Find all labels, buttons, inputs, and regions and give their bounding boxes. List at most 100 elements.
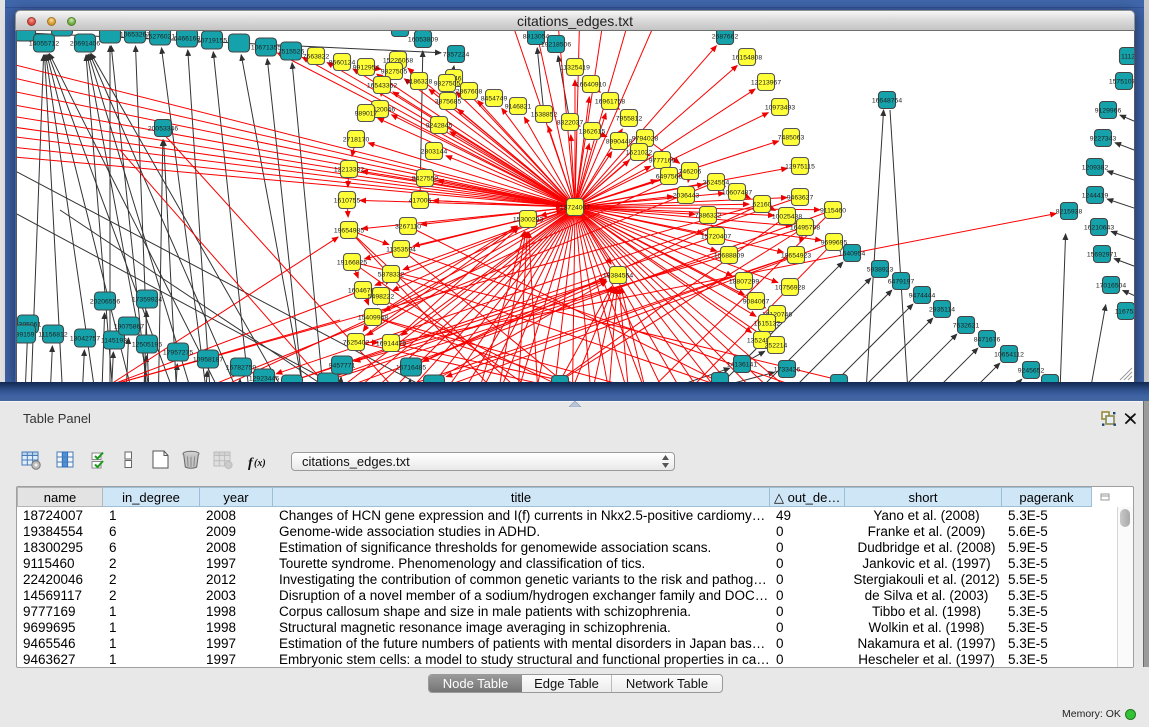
svg-text:18724007: 18724007 [560, 205, 590, 212]
svg-text:12213382: 12213382 [334, 167, 364, 174]
svg-text:1538852: 1538852 [531, 112, 558, 119]
svg-text:15692971: 15692971 [1087, 252, 1117, 259]
svg-text:10671355: 10671355 [251, 45, 281, 52]
svg-text:10958187: 10958187 [193, 357, 223, 364]
svg-text:7625402: 7625402 [343, 340, 370, 347]
svg-text:19218506: 19218506 [541, 42, 571, 49]
svg-text:989017: 989017 [355, 111, 378, 118]
svg-text:19166825: 19166825 [337, 260, 367, 267]
svg-text:62160: 62160 [753, 202, 772, 209]
svg-text:2867608: 2867608 [456, 89, 483, 96]
svg-text:1615132: 1615132 [754, 321, 781, 328]
svg-text:116753: 116753 [1115, 309, 1134, 316]
svg-text:19384554: 19384554 [603, 273, 633, 280]
svg-text:9242845: 9242845 [426, 123, 453, 130]
svg-text:7386322: 7386322 [695, 213, 722, 220]
svg-text:6497568: 6497568 [656, 174, 683, 181]
svg-text:14055712: 14055712 [29, 41, 59, 48]
svg-text:8471676: 8471676 [974, 337, 1001, 344]
svg-text:10688809: 10688809 [714, 253, 744, 260]
svg-text:16495798: 16495798 [790, 225, 820, 232]
svg-text:8990448: 8990448 [606, 139, 633, 146]
svg-text:9912954: 9912954 [353, 65, 380, 72]
svg-text:19654923: 19654923 [781, 253, 811, 260]
svg-text:7632621: 7632621 [953, 323, 980, 330]
svg-text:1362615: 1362615 [579, 129, 606, 136]
svg-text:16640910: 16640910 [576, 82, 606, 89]
svg-text:12213967: 12213967 [751, 80, 781, 87]
svg-text:19075867: 19075867 [114, 324, 144, 331]
svg-text:16961758: 16961758 [595, 99, 625, 106]
svg-text:8454749: 8454749 [481, 96, 508, 103]
svg-text:17016504: 17016504 [1096, 283, 1126, 290]
svg-text:9227343: 9227343 [1090, 136, 1117, 143]
svg-text:1244419: 1244419 [1082, 193, 1109, 200]
svg-text:8813054: 8813054 [523, 34, 550, 41]
svg-text:2803144: 2803144 [421, 149, 448, 156]
svg-text:16053809: 16053809 [408, 37, 438, 44]
svg-text:9245652: 9245652 [1018, 368, 1045, 375]
svg-text:2687662: 2687662 [712, 34, 739, 41]
svg-text:17359924: 17359924 [132, 297, 162, 304]
svg-text:15276021: 15276021 [145, 34, 175, 41]
svg-text:11156812: 11156812 [38, 332, 67, 339]
svg-text:5938923: 5938923 [867, 267, 894, 274]
svg-text:10654112: 10654112 [994, 352, 1024, 359]
svg-text:1112: 1112 [1121, 54, 1134, 61]
svg-text:10607487: 10607487 [722, 190, 752, 197]
svg-text:9084067: 9084067 [743, 299, 770, 306]
svg-text:7357224: 7357224 [443, 52, 470, 59]
svg-text:16914479: 16914479 [376, 341, 406, 348]
svg-text:15716485: 15716485 [396, 365, 426, 372]
svg-text:1621022: 1621022 [626, 150, 653, 157]
svg-text:39159: 39159 [17, 332, 35, 339]
svg-text:16648764: 16648764 [872, 98, 902, 105]
svg-text:15751074: 15751074 [1109, 79, 1134, 86]
svg-text:14136141: 14136141 [727, 362, 757, 369]
svg-text:13042757: 13042757 [70, 336, 100, 343]
svg-text:3624554: 3624554 [703, 180, 730, 187]
svg-text:16543362: 16543362 [367, 83, 397, 90]
svg-text:19654985: 19654985 [334, 228, 364, 235]
svg-text:9129966: 9129966 [1095, 108, 1122, 115]
svg-text:15720407: 15720407 [701, 234, 731, 241]
svg-text:2935114: 2935114 [929, 307, 955, 314]
svg-text:1145193: 1145193 [101, 338, 127, 345]
svg-text:15409948: 15409948 [358, 315, 388, 322]
svg-text:3875685: 3875685 [435, 99, 462, 106]
svg-text:8660124: 8660124 [329, 60, 356, 67]
svg-text:9327505: 9327505 [434, 81, 461, 88]
svg-text:8427552: 8427552 [412, 176, 439, 183]
svg-text:9115460: 9115460 [820, 208, 846, 215]
svg-text:15300293: 15300293 [513, 217, 543, 224]
svg-text:252214: 252214 [765, 343, 788, 350]
svg-text:7663822: 7663822 [303, 54, 330, 61]
svg-text:11353594: 11353594 [386, 247, 416, 254]
svg-text:6479197: 6479197 [888, 279, 915, 286]
svg-text:9794028: 9794028 [632, 136, 659, 143]
svg-text:9474444: 9474444 [909, 293, 936, 300]
svg-text:5878332: 5878332 [378, 272, 405, 279]
svg-text:10719155: 10719155 [197, 38, 227, 45]
svg-text:18807299: 18807299 [729, 279, 759, 286]
svg-text:1610755: 1610755 [334, 198, 361, 205]
svg-text:17957275: 17957275 [163, 350, 193, 357]
svg-text:9327505: 9327505 [381, 69, 408, 76]
svg-text:2718170: 2718170 [343, 137, 370, 144]
svg-text:3267110: 3267110 [395, 224, 421, 231]
svg-text:8215938: 8215938 [1056, 209, 1083, 216]
svg-text:9463627: 9463627 [787, 195, 814, 202]
svg-text:8186328: 8186328 [406, 79, 433, 86]
svg-text:7485063: 7485063 [778, 135, 805, 142]
svg-text:9699695: 9699695 [821, 240, 848, 247]
svg-text:20691406: 20691406 [70, 41, 100, 48]
svg-text:9457771: 9457771 [329, 363, 356, 370]
svg-text:5498222: 5498222 [368, 294, 395, 301]
svg-text:10973493: 10973493 [765, 105, 795, 112]
svg-text:9146821: 9146821 [505, 104, 532, 111]
svg-text:7515526: 7515526 [278, 49, 305, 56]
svg-text:16210643: 16210643 [1084, 225, 1114, 232]
svg-text:1209382: 1209382 [1082, 165, 1109, 172]
svg-text:1640954: 1640954 [839, 251, 866, 258]
svg-text:16154808: 16154808 [732, 55, 762, 62]
